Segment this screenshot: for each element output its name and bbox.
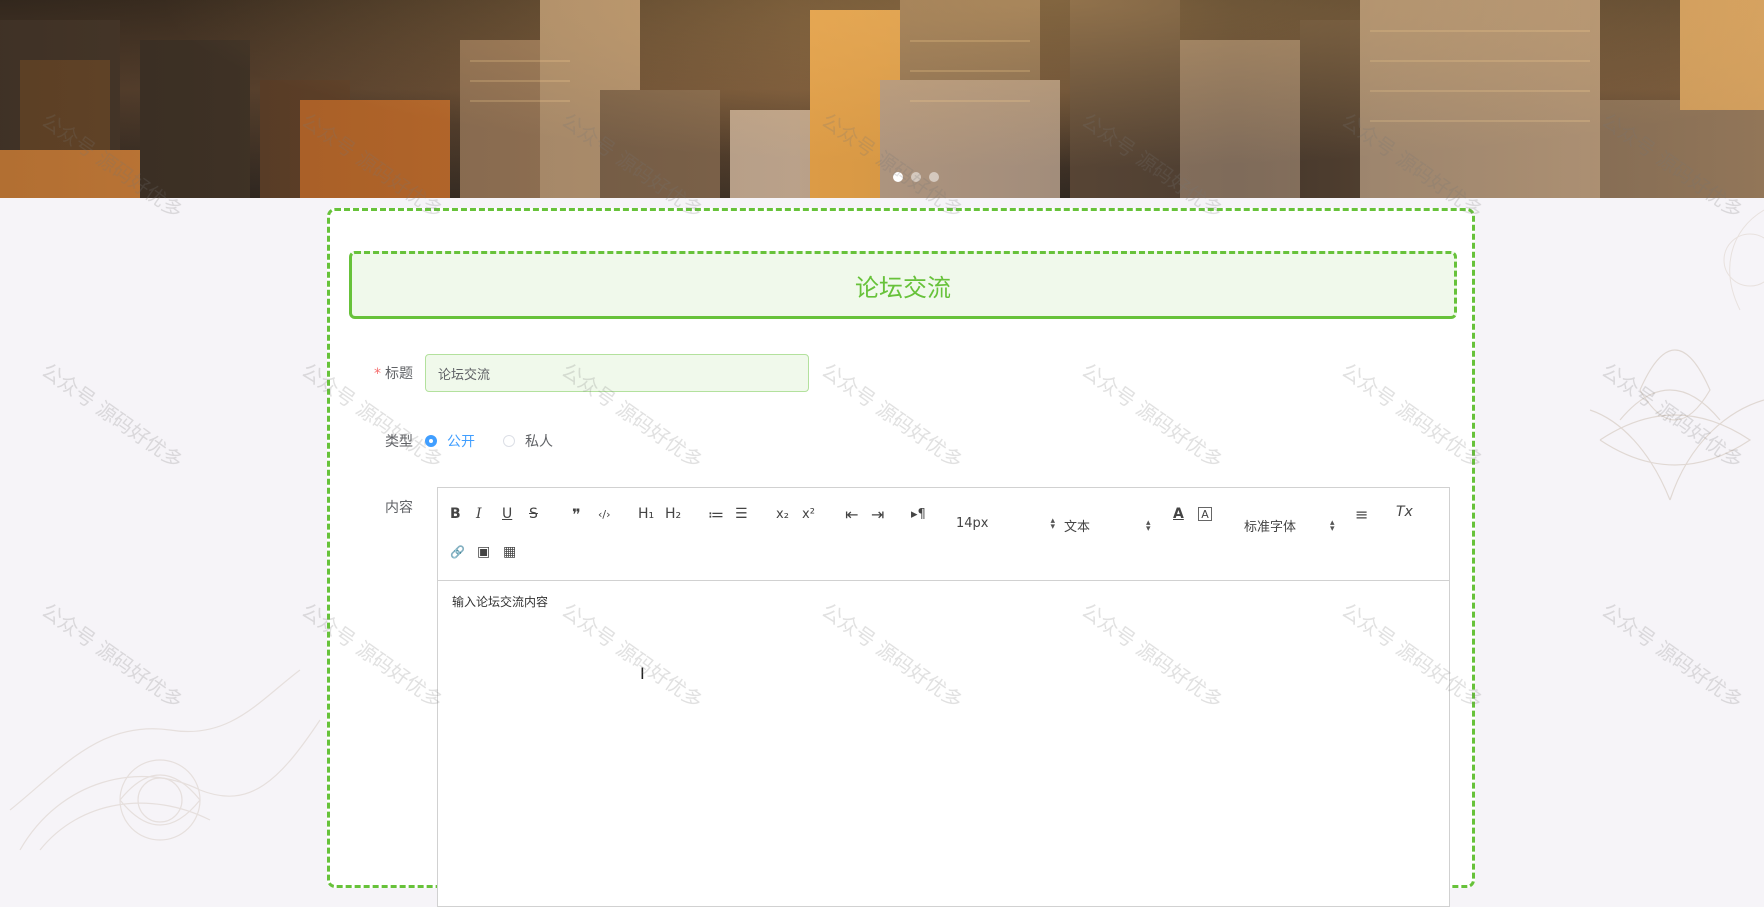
italic-button[interactable]: I xyxy=(476,503,482,525)
underline-button[interactable]: U xyxy=(502,503,512,525)
title-label-text: 标题 xyxy=(385,366,413,382)
rich-text-editor[interactable]: B I U S ❞ ‹/› H₁ H₂ ≔ ☰ x₂ x² ⇤ ⇥ ▸¶ 14p… xyxy=(437,487,1450,907)
radio-circle[interactable] xyxy=(425,435,437,447)
flower-decoration-right xyxy=(1589,349,1764,501)
radio-public[interactable]: 公开 xyxy=(425,431,475,451)
picker-arrows-icon: ▴ ▾ xyxy=(1330,517,1335,534)
header-picker[interactable]: 文本 ▴ ▾ xyxy=(1064,516,1151,535)
title-label: * 标题 xyxy=(330,363,425,383)
bullet-list-button[interactable]: ☰ xyxy=(735,503,748,525)
font-size-value[interactable]: 14px xyxy=(956,516,989,531)
title-input[interactable] xyxy=(425,354,809,392)
superscript-button[interactable]: x² xyxy=(802,503,815,525)
font-family-picker[interactable]: 标准字体 ▴ ▾ xyxy=(1244,516,1335,535)
watermark-text: 公众号 源码好优多 xyxy=(37,358,188,474)
image-icon[interactable]: ▣ xyxy=(477,541,490,563)
blockquote-button[interactable]: ❞ xyxy=(572,503,581,525)
picker-arrows-icon: ▴ ▾ xyxy=(1146,517,1151,534)
clean-format-button[interactable]: Tx xyxy=(1396,501,1413,523)
link-icon[interactable]: 🔗 xyxy=(450,541,465,563)
video-icon[interactable]: ▦ xyxy=(503,541,516,563)
banner-light-overlay xyxy=(0,0,1764,198)
type-row: 类型 公开 私人 xyxy=(330,431,581,451)
outdent-button[interactable]: ⇤ xyxy=(845,503,858,525)
editor-content[interactable]: 输入论坛交流内容 xyxy=(438,581,1449,622)
flower-decoration-left xyxy=(9,669,321,851)
text-direction-button[interactable]: ▸¶ xyxy=(911,503,926,525)
picker-arrows-icon: ▴ ▾ xyxy=(1050,515,1056,532)
type-label: 类型 xyxy=(385,434,413,450)
header-2-button[interactable]: H₂ xyxy=(665,503,681,525)
radio-private[interactable]: 私人 xyxy=(503,431,553,451)
font-size-picker[interactable]: 14px ▴ ▾ xyxy=(956,516,1055,531)
header-picker-value[interactable]: 文本 xyxy=(1064,516,1090,535)
carousel-dot[interactable] xyxy=(893,172,903,182)
watermark-text: 公众号 源码好优多 xyxy=(1597,598,1748,714)
required-mark: * xyxy=(374,366,381,382)
radio-circle[interactable] xyxy=(503,435,515,447)
carousel-dot[interactable] xyxy=(929,172,939,182)
form-heading: 论坛交流 xyxy=(349,251,1457,319)
carousel-dot[interactable] xyxy=(911,172,921,182)
font-family-value[interactable]: 标准字体 xyxy=(1244,516,1296,535)
radio-public-label[interactable]: 公开 xyxy=(447,431,475,451)
background-color-button[interactable]: A xyxy=(1198,507,1212,521)
content-row: 内容 xyxy=(330,497,425,517)
subscript-button[interactable]: x₂ xyxy=(776,503,789,525)
align-button[interactable]: ≡ xyxy=(1355,503,1368,525)
banner-carousel[interactable] xyxy=(0,0,1764,198)
code-block-button[interactable]: ‹/› xyxy=(598,503,611,525)
radio-private-label[interactable]: 私人 xyxy=(525,431,553,451)
text-cursor-icon: I xyxy=(640,664,645,683)
text-color-button[interactable]: A xyxy=(1173,503,1184,525)
content-label: 内容 xyxy=(385,500,413,516)
bold-button[interactable]: B xyxy=(450,503,461,525)
title-row: * 标题 xyxy=(330,354,809,392)
editor-toolbar: B I U S ❞ ‹/› H₁ H₂ ≔ ☰ x₂ x² ⇤ ⇥ ▸¶ 14p… xyxy=(438,488,1449,581)
editor-placeholder: 输入论坛交流内容 xyxy=(452,595,549,609)
forum-form-card: 论坛交流 *标题 类型 公开 私人 内容 B I U S ❞ ‹/› H₁ H₂ xyxy=(327,208,1475,907)
ordered-list-button[interactable]: ≔ xyxy=(708,503,724,525)
header-1-button[interactable]: H₁ xyxy=(638,503,654,525)
flower-decoration-top-right xyxy=(1723,209,1764,311)
strike-button[interactable]: S xyxy=(529,503,538,525)
indent-button[interactable]: ⇥ xyxy=(871,503,884,525)
carousel-indicators[interactable] xyxy=(893,172,939,182)
